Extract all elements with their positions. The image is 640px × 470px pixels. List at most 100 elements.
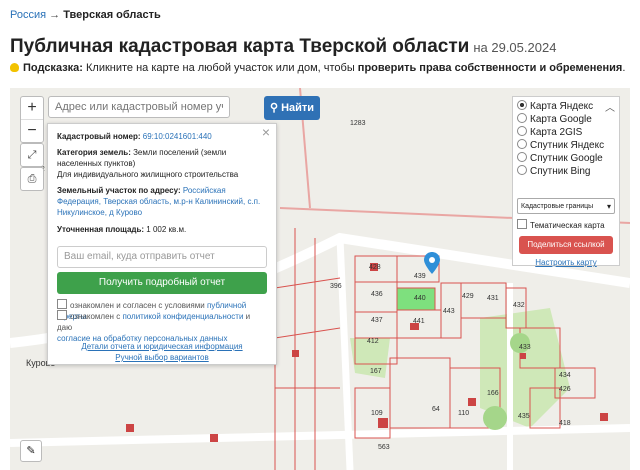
search-input[interactable] [48, 96, 230, 118]
layer-option-label: Спутник Bing [530, 166, 591, 177]
parcel-label: 429 [462, 293, 474, 300]
building [292, 350, 299, 357]
parcel-label: 441 [413, 318, 425, 325]
hint-line: Подсказка: Кликните на карте на любой уч… [10, 62, 625, 74]
manual-select-link[interactable]: Ручной выбор вариантов [48, 352, 276, 363]
layer-option-label: Карта Google [530, 114, 592, 125]
layers-panel: ︿ Карта Яндекс Карта Google Карта 2GIS С… [512, 96, 620, 267]
parcel [460, 282, 507, 319]
address-row: Земельный участок по адресу: Российская … [57, 185, 267, 218]
breadcrumb: Россия → Тверская область [10, 9, 161, 21]
parcel-label: 563 [378, 444, 390, 451]
tree [483, 406, 507, 430]
layer-option[interactable]: Карта Яндекс [517, 100, 593, 113]
parcel-label: 431 [487, 295, 499, 302]
area-label: Уточненная площадь: [57, 225, 145, 234]
get-report-button[interactable]: Получить подробный отчет [57, 272, 267, 294]
area-row: Уточненная площадь: 1 002 кв.м. [57, 224, 267, 235]
building [378, 418, 388, 428]
page-title: Публичная кадастровая карта Тверской обл… [10, 36, 556, 58]
thematic-label: Тематическая карта [530, 221, 605, 230]
ruler-icon[interactable]: ✎ [20, 440, 42, 462]
building [520, 353, 526, 359]
parcel-label: 437 [371, 317, 383, 324]
layer-option[interactable]: Карта Google [517, 113, 592, 126]
area-value: 1 002 кв.м. [146, 225, 187, 234]
road [10, 424, 630, 447]
privacy-agree-row[interactable]: ознакомлен с политикой конфиденциальност… [57, 310, 267, 344]
privacy-link[interactable]: политикой конфиденциальности [122, 312, 243, 321]
address-label: Земельный участок по адресу: [57, 186, 181, 195]
parcel-label: 428 [369, 264, 381, 271]
building [126, 424, 134, 432]
offer-text: ознакомлен и согласен с условиями [70, 301, 205, 310]
privacy-text: ознакомлен с [70, 312, 121, 321]
setup-map-link[interactable]: Настроить карту [513, 258, 619, 267]
radio-icon [517, 139, 527, 149]
parcel-label: 440 [414, 295, 426, 302]
parcel-label: 435 [518, 413, 530, 420]
cad-number-link[interactable]: 69:10:0241601:440 [143, 132, 212, 141]
parcel-label: 432 [513, 302, 525, 309]
zoom-out-button[interactable]: − [21, 120, 43, 142]
lightbulb-icon [10, 63, 19, 72]
radio-icon [517, 126, 527, 136]
parcel-label: 436 [371, 291, 383, 298]
location-pin-icon[interactable] [424, 252, 440, 279]
search-icon: ⚲ [269, 102, 278, 114]
layer-option-label: Спутник Google [530, 153, 603, 164]
cadastral-map[interactable]: 1283 428 439 436 440 429 431 432 437 441… [10, 88, 630, 470]
breadcrumb-current: Тверская область [63, 9, 161, 21]
hint-text: Кликните на карте на любой участок или д… [86, 62, 355, 74]
hint-bold: проверить права собственности и обремене… [357, 62, 623, 74]
layer-option[interactable]: Спутник Bing [517, 165, 591, 178]
find-button[interactable]: ⚲ Найти [264, 96, 320, 120]
radio-icon [517, 165, 527, 175]
layer-option-label: Карта Яндекс [530, 101, 594, 112]
hint-end: . [622, 62, 626, 74]
parcel-label: 418 [559, 420, 571, 427]
report-details-link[interactable]: Детали отчета и юридическая информация [48, 341, 276, 352]
find-button-label: Найти [281, 102, 315, 114]
privacy-checkbox[interactable] [57, 310, 67, 320]
layer-option[interactable]: Спутник Google [517, 152, 603, 165]
page-title-text: Публичная кадастровая карта Тверской обл… [10, 36, 470, 57]
building [210, 434, 218, 442]
layer-option[interactable]: Карта 2GIS [517, 126, 582, 139]
share-link-button[interactable]: Поделиться ссылкой [519, 236, 613, 254]
parcel-label: 396 [330, 283, 342, 290]
thematic-checkbox[interactable] [517, 219, 527, 229]
category-label: Категория земель: [57, 148, 131, 157]
usage-row: Для индивидуального жилищного строительс… [57, 170, 239, 179]
parcel [389, 357, 451, 429]
breadcrumb-home-link[interactable]: Россия [10, 9, 46, 21]
page-date: на 29.05.2024 [473, 40, 557, 55]
email-input[interactable]: Ваш email, куда отправить отчет [57, 246, 267, 268]
parcel-label: 64 [432, 406, 440, 413]
hint-label: Подсказка: [23, 62, 83, 74]
radio-icon [517, 113, 527, 123]
print-icon[interactable]: ⎙ [20, 167, 44, 191]
layer-option[interactable]: Спутник Яндекс [517, 139, 604, 152]
zoom-in-button[interactable]: + [21, 97, 43, 120]
offer-checkbox[interactable] [57, 299, 67, 309]
parcel-label: 166 [487, 390, 499, 397]
radio-icon [517, 152, 527, 162]
parcel-label: 167 [370, 368, 382, 375]
parcel-label: 109 [371, 410, 383, 417]
fullscreen-icon[interactable]: ⤢ [20, 143, 44, 167]
cad-number-label: Кадастровый номер: [57, 132, 141, 141]
parcel-label: 412 [367, 338, 379, 345]
cad-number-row: Кадастровый номер: 69:10:0241601:440 [57, 131, 267, 142]
parcel [354, 311, 398, 339]
borders-select[interactable]: Кадастровые границы [517, 198, 615, 215]
building [600, 413, 608, 421]
parcel-label: 443 [443, 308, 455, 315]
parcel-label: 1283 [350, 120, 366, 127]
collapse-icon[interactable]: ︿ [605, 99, 615, 114]
breadcrumb-separator: → [49, 9, 61, 21]
thematic-toggle[interactable]: Тематическая карта [517, 219, 605, 230]
layer-option-label: Спутник Яндекс [530, 140, 605, 151]
layer-option-label: Карта 2GIS [530, 127, 583, 138]
building [468, 398, 476, 406]
